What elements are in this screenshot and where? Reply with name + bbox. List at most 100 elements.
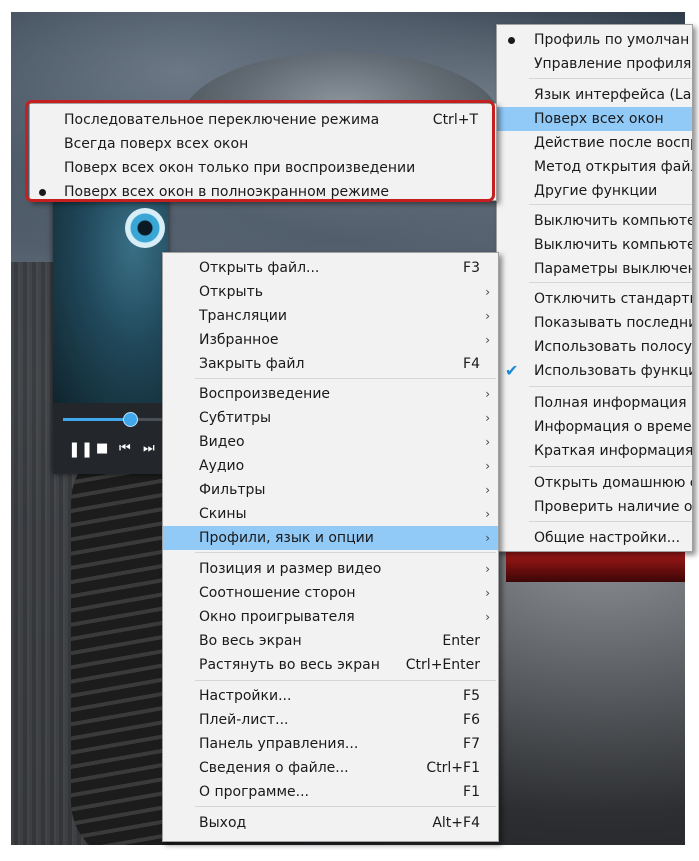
menu-item[interactable]: Выключить компьюте <box>497 209 692 233</box>
menu-item-label: Краткая информация <box>534 443 693 459</box>
menu-item[interactable]: Растянуть во весь экран Ctrl+Enter <box>163 653 498 677</box>
profiles-submenu[interactable]: Профиль по умолчан Управление профиля Язык… <box>496 24 693 552</box>
menu-item-label: О программе... <box>199 784 309 800</box>
menu-item[interactable]: Открыть › <box>163 280 498 304</box>
seek-bar[interactable] <box>63 412 168 427</box>
menu-item[interactable]: Другие функции <box>497 179 692 203</box>
menu-item[interactable]: Информация о време <box>497 415 692 439</box>
menu-item[interactable]: Избранное › <box>163 328 498 352</box>
menu-item[interactable]: Параметры выключен <box>497 257 692 281</box>
menu-item-label: Использовать функци <box>534 363 693 379</box>
menu-item[interactable]: Фильтры › <box>163 478 498 502</box>
menu-item-label: Всегда поверх всех окон <box>64 136 249 152</box>
menu-item[interactable]: Профиль по умолчан <box>497 28 692 52</box>
menu-item-shortcut: F4 <box>463 356 480 372</box>
menu-item[interactable]: Всегда поверх всех окон <box>30 132 496 156</box>
menu-item[interactable]: Последовательное переключение режима Ctrl… <box>30 108 496 132</box>
menu-separator <box>195 552 496 553</box>
menu-item-shortcut: Ctrl+Enter <box>405 657 480 673</box>
menu-item[interactable]: Сведения о файле... Ctrl+F1 <box>163 756 498 780</box>
seek-knob[interactable] <box>123 412 139 427</box>
menu-item-label: Настройки... <box>199 688 292 704</box>
menu-item[interactable]: Показывать последни <box>497 311 692 335</box>
menu-item[interactable]: Поверх всех окон только при воспроизведе… <box>30 156 496 180</box>
menu-item-label: Использовать полосу <box>534 339 692 355</box>
submenu-arrow-icon: › <box>485 459 490 473</box>
menu-item-label: Метод открытия файл <box>534 159 693 175</box>
menu-item[interactable]: Панель управления... F7 <box>163 732 498 756</box>
menu-item[interactable]: Аудио › <box>163 454 498 478</box>
submenu-arrow-icon: › <box>485 285 490 299</box>
menu-item[interactable]: Открыть домашнюю с <box>497 471 692 495</box>
menu-item[interactable]: Проверить наличие о <box>497 495 692 519</box>
menu-item-label: Сведения о файле... <box>199 760 349 776</box>
menu-item-shortcut: F7 <box>463 736 480 752</box>
video-frame[interactable] <box>53 178 168 403</box>
menu-item[interactable]: Управление профиля <box>497 52 692 76</box>
menu-item[interactable]: Использовать полосу <box>497 335 692 359</box>
menu-item[interactable]: Субтитры › <box>163 406 498 430</box>
menu-item-label: Управление профиля <box>534 56 692 72</box>
menu-item[interactable]: Во весь экран Enter <box>163 629 498 653</box>
menu-item[interactable]: О программе... F1 <box>163 780 498 804</box>
menu-item-label: Окно проигрывателя <box>199 609 355 625</box>
menu-item[interactable]: Выход Alt+F4 <box>163 811 498 835</box>
menu-item[interactable]: Окно проигрывателя › <box>163 605 498 629</box>
menu-item[interactable]: Соотношение сторон › <box>163 581 498 605</box>
menu-item[interactable]: Открыть файл... F3 <box>163 256 498 280</box>
menu-item[interactable]: Общие настройки... <box>497 526 692 550</box>
menu-item[interactable]: Использовать функци ✔ <box>497 359 692 383</box>
menu-item-label: Показывать последни <box>534 315 693 331</box>
menu-item-shortcut: Ctrl+T <box>432 112 478 128</box>
menu-item[interactable]: Действие после воспр <box>497 131 692 155</box>
always-on-top-submenu[interactable]: Последовательное переключение режима Ctrl… <box>29 103 497 201</box>
menu-item-label: Отключить стандартн <box>534 291 693 307</box>
menu-item-label: Открыть <box>199 284 263 300</box>
stop-icon[interactable]: ■ <box>96 441 108 456</box>
menu-item[interactable]: Настройки... F5 <box>163 684 498 708</box>
menu-item[interactable]: Закрыть файл F4 <box>163 352 498 376</box>
menu-item-label: Профили, язык и опции <box>199 530 374 546</box>
menu-item[interactable]: Выключить компьюте <box>497 233 692 257</box>
submenu-arrow-icon: › <box>485 435 490 449</box>
menu-item-label: Выключить компьюте <box>534 213 693 229</box>
menu-item-label: Последовательное переключение режима <box>64 112 380 128</box>
pause-icon[interactable]: ❚❚ <box>68 440 93 458</box>
menu-item[interactable]: Скины › <box>163 502 498 526</box>
menu-item-label: Поверх всех окон в полноэкранном режиме <box>64 184 390 200</box>
submenu-arrow-icon: › <box>485 507 490 521</box>
menu-item-label: Открыть файл... <box>199 260 320 276</box>
menu-item[interactable]: Позиция и размер видео › <box>163 557 498 581</box>
menu-item[interactable]: Язык интерфейса (Lan <box>497 83 692 107</box>
menu-separator <box>529 386 692 387</box>
player-window[interactable]: ❚❚ ■ ⏮ ⏭ <box>53 178 168 474</box>
menu-item[interactable]: Отключить стандартн <box>497 287 692 311</box>
next-icon[interactable]: ⏭ <box>143 441 155 456</box>
menu-item-label: Действие после воспр <box>534 135 693 151</box>
menu-item-label: Позиция и размер видео <box>199 561 382 577</box>
menu-item-shortcut: F3 <box>463 260 480 276</box>
context-menu[interactable]: Открыть файл... F3 Открыть › Трансляции › Избр… <box>162 252 499 842</box>
menu-item-label: Избранное <box>199 332 279 348</box>
submenu-arrow-icon: › <box>485 411 490 425</box>
checkmark-icon: ✔ <box>505 361 519 380</box>
menu-item[interactable]: Поверх всех окон <box>497 107 692 131</box>
menu-item[interactable]: Профили, язык и опции › <box>163 526 498 550</box>
menu-item-label: Другие функции <box>534 183 658 199</box>
menu-item[interactable]: Метод открытия файл <box>497 155 692 179</box>
menu-item[interactable]: Краткая информация <box>497 439 692 463</box>
menu-item-label: Фильтры <box>199 482 266 498</box>
menu-item[interactable]: Поверх всех окон в полноэкранном режиме <box>30 180 496 200</box>
menu-item-label: Язык интерфейса (Lan <box>534 87 693 103</box>
previous-icon[interactable]: ⏮ <box>119 441 131 456</box>
menu-item[interactable]: Видео › <box>163 430 498 454</box>
menu-item[interactable]: Полная информация <box>497 391 692 415</box>
radio-dot-icon <box>39 189 46 196</box>
menu-item[interactable]: Плей-лист... F6 <box>163 708 498 732</box>
menu-item[interactable]: Воспроизведение › <box>163 382 498 406</box>
menu-item[interactable]: Трансляции › <box>163 304 498 328</box>
submenu-arrow-icon: › <box>485 333 490 347</box>
menu-item-label: Поверх всех окон <box>534 111 664 127</box>
menu-item-shortcut: F1 <box>463 784 480 800</box>
menu-item-label: Соотношение сторон <box>199 585 356 601</box>
